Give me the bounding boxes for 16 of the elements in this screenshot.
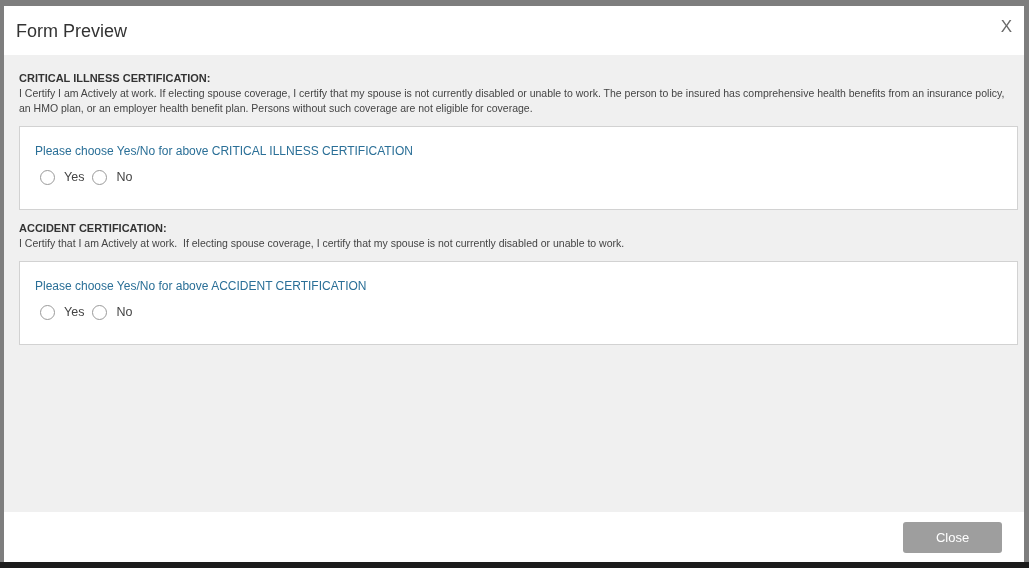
radio-label[interactable]: Yes — [64, 169, 85, 185]
radio-label[interactable]: No — [116, 304, 133, 320]
radio-button[interactable] — [40, 304, 55, 320]
dialog-title: Form Preview — [16, 20, 127, 42]
close-button[interactable]: X — [998, 17, 1014, 37]
question-text: Please choose Yes/No for above CRITICAL ILLNESS CERTIFICATION — [35, 144, 414, 159]
section-heading: CRITICAL ILLNESS CERTIFICATION: — [19, 71, 212, 86]
radio-label[interactable]: No — [116, 169, 133, 185]
section-description: I Certify I am Actively at work. If electing spouse coverage, I certify that my spouse is not currently disabled or unable to work. The person to be insured has comprehensive health benefits from an insurance policy, an HMO plan, or an employer health benefit plan. Persons without such coverage are not eligible for coverage. — [19, 86, 1006, 116]
question-text: Please choose Yes/No for above ACCIDENT CERTIFICATION — [35, 279, 368, 294]
radio-button[interactable] — [92, 169, 108, 185]
section-description: I Certify that I am Actively at work. If electing spouse coverage, I certify that my spouse is not currently disabled or unable to work. — [19, 236, 626, 251]
section-heading: ACCIDENT CERTIFICATION: — [19, 221, 168, 236]
radio-label[interactable]: Yes — [64, 304, 85, 320]
radio-button[interactable] — [92, 304, 108, 320]
radio-button[interactable] — [40, 169, 55, 185]
